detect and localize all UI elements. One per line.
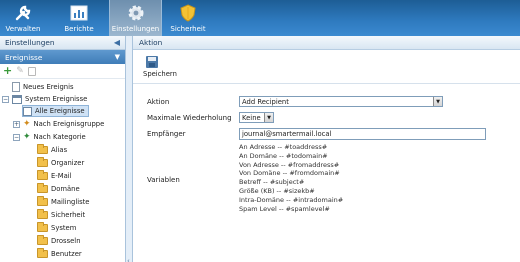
- tree-item-category[interactable]: Mailingliste: [37, 196, 89, 208]
- top-toolbar: Verwalten Berichte Einstellungen Sicherh…: [0, 0, 520, 36]
- wrench-icon: [12, 2, 34, 24]
- tool-berichte-label: Berichte: [64, 25, 94, 33]
- folder-icon: [37, 248, 48, 258]
- folder-icon: [37, 235, 48, 245]
- variable-item: Betreff -- #subject#: [239, 178, 305, 187]
- main-header: Aktion: [133, 36, 520, 50]
- recipient-input[interactable]: journal@smartermail.local: [239, 128, 486, 140]
- recipient-label: Empfänger: [147, 130, 186, 138]
- tree-item-new-event[interactable]: Neues Ereignis: [12, 81, 74, 93]
- tool-verwalten-label: Verwalten: [5, 25, 41, 33]
- tree-item-label: Drosseln: [51, 237, 81, 245]
- tree-toolbar: + ✎: [0, 64, 125, 79]
- variable-item: An Domäne -- #todomain#: [239, 151, 328, 160]
- action-label: Aktion: [147, 98, 170, 106]
- max-repeat-label: Maximale Wiederholung: [147, 114, 232, 122]
- expand-toggle-icon[interactable]: +: [13, 120, 20, 128]
- variables-list: An Adresse -- #toaddress# An Domäne -- #…: [239, 143, 343, 213]
- variable-item: Spam Level -- #spamlevel#: [239, 204, 330, 213]
- tree-item-category[interactable]: E-Mail: [37, 170, 72, 182]
- tree-item-all-events[interactable]: Alle Ereignisse: [22, 105, 89, 117]
- tree-item-label: Alias: [51, 146, 68, 154]
- tree-item-by-category[interactable]: − ✦ Nach Kategorie: [13, 131, 86, 143]
- tree-item-label: Domäne: [51, 185, 80, 193]
- folder-icon: [37, 209, 48, 219]
- save-icon: [146, 55, 158, 68]
- folder-icon: [37, 157, 48, 167]
- tree-item-label: System: [51, 224, 77, 232]
- gear-icon: [125, 2, 147, 24]
- report-icon: [68, 2, 90, 24]
- variable-item: Größe (KB) -- #sizekb#: [239, 186, 315, 195]
- tree-item-category[interactable]: Organizer: [37, 157, 84, 169]
- save-toolbar: Speichern: [133, 50, 520, 84]
- tool-sicherheit[interactable]: Sicherheit: [166, 0, 210, 36]
- tree-item-label: Organizer: [51, 159, 85, 167]
- recipient-input-value: journal@smartermail.local: [242, 130, 332, 138]
- folder-icon: [37, 183, 48, 193]
- main-panel: Aktion Speichern Aktion Add Recipient ▼ …: [133, 36, 520, 262]
- tool-sicherheit-label: Sicherheit: [170, 25, 206, 33]
- variable-item: Intra-Domäne -- #intradomain#: [239, 195, 344, 204]
- save-button[interactable]: Speichern: [143, 55, 177, 78]
- variable-item: An Adresse -- #toaddress#: [239, 143, 328, 151]
- main-title: Aktion: [139, 38, 163, 47]
- tree-item-category[interactable]: Drosseln: [37, 235, 81, 247]
- tree-item-label: Alle Ereignisse: [35, 107, 85, 115]
- tree-item-by-group[interactable]: + ✦ Nach Ereignisgruppe: [13, 118, 104, 130]
- tool-einstellungen-label: Einstellungen: [111, 25, 160, 33]
- new-document-icon: [12, 82, 20, 92]
- panel-splitter[interactable]: ‹: [126, 36, 133, 262]
- tree-item-system-events[interactable]: − System Ereignisse: [2, 93, 87, 105]
- action-select[interactable]: Add Recipient ▼: [239, 96, 443, 107]
- tree-item-label: E-Mail: [51, 172, 72, 180]
- collapse-down-icon[interactable]: ▼: [115, 53, 120, 61]
- settings-header-title: Einstellungen: [5, 38, 55, 47]
- max-repeat-select-value: Keine: [242, 113, 261, 122]
- tool-verwalten[interactable]: Verwalten: [2, 0, 44, 36]
- tree-item-category[interactable]: Domäne: [37, 183, 80, 195]
- chevron-down-icon[interactable]: ▼: [264, 113, 273, 122]
- events-panel-title: Ereignisse: [5, 52, 43, 62]
- collapse-toggle-icon[interactable]: −: [2, 95, 9, 103]
- settings-header[interactable]: Einstellungen ◀: [0, 36, 125, 50]
- folder-icon: [37, 144, 48, 154]
- edit-icon[interactable]: ✎: [16, 66, 24, 76]
- tree-item-category[interactable]: System: [37, 222, 76, 234]
- calendar-icon: [12, 94, 22, 104]
- events-panel-header[interactable]: Ereignisse ▼: [0, 50, 125, 64]
- tree-item-label: Nach Kategorie: [33, 133, 86, 141]
- chevron-down-icon[interactable]: ▼: [433, 97, 442, 106]
- tree-item-category[interactable]: Sicherheit: [37, 209, 85, 221]
- tree-item-category[interactable]: Alias: [37, 144, 67, 156]
- save-label: Speichern: [143, 69, 177, 78]
- action-select-value: Add Recipient: [242, 97, 289, 106]
- tree-item-label: Benutzer: [51, 250, 82, 258]
- tool-berichte[interactable]: Berichte: [58, 0, 100, 36]
- tree-item-label: Sicherheit: [51, 211, 86, 219]
- max-repeat-select[interactable]: Keine ▼: [239, 112, 274, 123]
- collapse-toggle-icon[interactable]: −: [13, 133, 20, 141]
- splitter-arrow-icon[interactable]: ‹: [127, 257, 130, 262]
- folder-icon: [37, 222, 48, 232]
- add-icon[interactable]: +: [3, 65, 12, 76]
- tree-item-label: Neues Ereignis: [23, 83, 74, 91]
- tree-item-category[interactable]: Benutzer: [37, 248, 82, 260]
- folder-icon: [37, 196, 48, 206]
- list-icon: [23, 106, 32, 116]
- variable-item: Von Adresse -- #fromaddress#: [239, 160, 340, 169]
- delete-icon[interactable]: [27, 66, 36, 76]
- tool-einstellungen[interactable]: Einstellungen: [109, 0, 162, 36]
- folder-icon: [37, 170, 48, 180]
- tree-item-label: Nach Ereignisgruppe: [33, 120, 105, 128]
- tree-item-label: System Ereignisse: [25, 95, 88, 103]
- shield-icon: [177, 2, 199, 24]
- tree-item-label: Mailingliste: [51, 198, 90, 206]
- collapse-left-icon[interactable]: ◀: [114, 38, 120, 47]
- category-icon: ✦: [23, 132, 31, 142]
- variable-item: Von Domäne -- #fromdomain#: [239, 169, 340, 178]
- variables-label: Variablen: [147, 176, 180, 184]
- group-icon: ✦: [23, 119, 31, 129]
- left-panel: Einstellungen ◀ Ereignisse ▼ + ✎ Neues E…: [0, 36, 126, 262]
